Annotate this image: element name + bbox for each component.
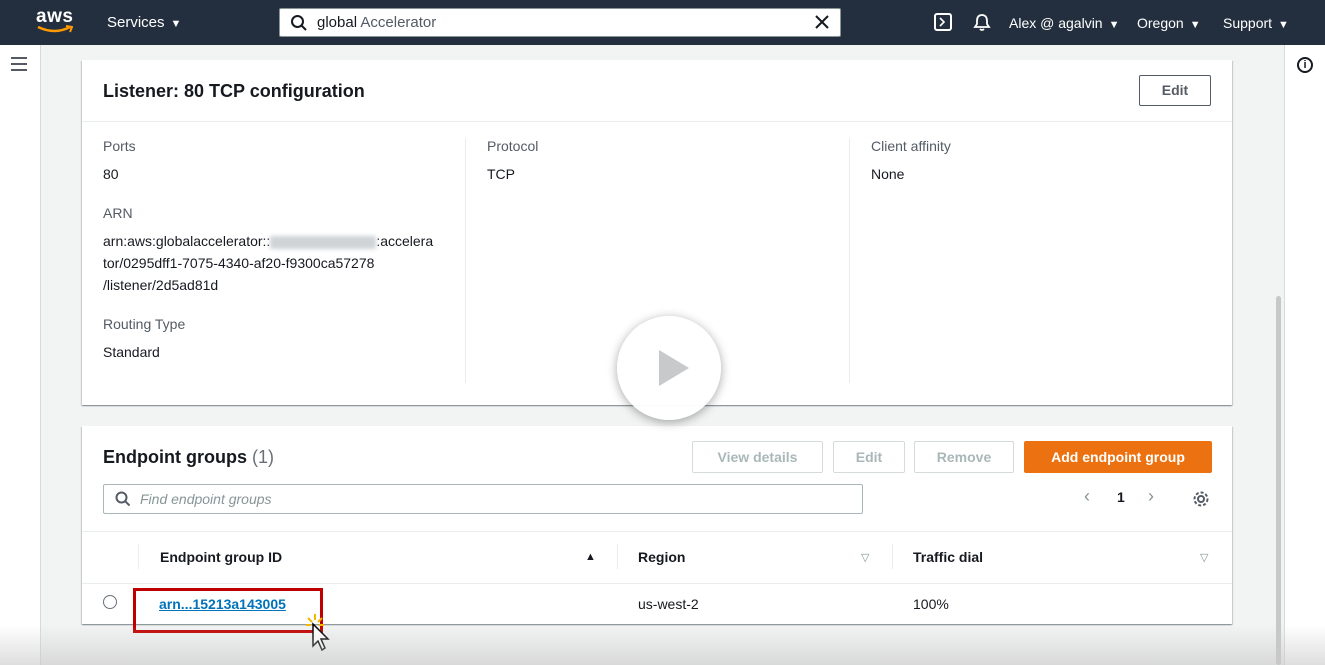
listener-column-2: Protocol TCP — [487, 138, 827, 185]
listener-title: Listener: 80 TCP configuration — [103, 81, 365, 101]
redacted-account-id — [270, 235, 377, 249]
arn-label: ARN — [103, 205, 133, 221]
hamburger-menu-icon[interactable] — [11, 57, 27, 71]
endpoint-groups-title: Endpoint groups (1) — [103, 447, 274, 468]
listener-column-3: Client affinity None — [871, 138, 1211, 185]
settings-gear-icon[interactable] — [1192, 490, 1210, 508]
video-bottom-fade — [0, 625, 1325, 665]
remove-label: Remove — [936, 449, 992, 465]
aws-smile-icon — [37, 25, 73, 33]
column-header-region[interactable]: Region — [638, 549, 685, 565]
play-icon — [659, 350, 689, 386]
caret-down-icon: ▼ — [1278, 19, 1289, 31]
cloudshell-icon[interactable] — [934, 13, 952, 31]
row-select-radio[interactable] — [103, 595, 117, 609]
column-divider — [617, 544, 618, 569]
arn-line-2: tor/0295dff1-7075-4340-af20-f9300ca57278 — [103, 255, 375, 271]
clear-search-icon[interactable] — [812, 12, 832, 32]
column-divider — [465, 138, 466, 383]
protocol-value: TCP — [487, 166, 515, 182]
caret-down-icon: ▼ — [1189, 19, 1201, 31]
add-endpoint-group-label: Add endpoint group — [1051, 449, 1185, 465]
search-query: global — [317, 14, 358, 31]
column-divider — [849, 138, 850, 383]
search-icon — [291, 15, 307, 31]
support-menu[interactable]: Support ▼ — [1223, 15, 1289, 31]
current-page-number[interactable]: 1 — [1117, 489, 1125, 505]
vertical-scrollbar[interactable] — [1276, 296, 1281, 665]
search-input[interactable]: global Accelerator — [317, 14, 436, 31]
previous-page-icon[interactable]: ‹ — [1084, 486, 1090, 507]
edit-endpoint-group-button[interactable]: Edit — [833, 441, 905, 473]
search-placeholder: Find endpoint groups — [140, 491, 272, 507]
left-navigation-rail — [0, 45, 41, 665]
region-cell: us-west-2 — [638, 596, 699, 612]
account-label: Alex @ agalvin — [1009, 15, 1103, 31]
search-icon — [115, 491, 131, 507]
edit-label: Edit — [1161, 82, 1189, 98]
edit-label: Edit — [855, 449, 883, 465]
view-details-label: View details — [717, 449, 798, 465]
aws-logo[interactable]: aws — [36, 6, 76, 36]
top-navigation: aws Services ▼ global Accelerator Alex @ … — [0, 0, 1325, 45]
region-label: Oregon — [1137, 15, 1184, 31]
account-menu[interactable]: Alex @ agalvin ▼ — [1009, 15, 1119, 31]
listener-edit-button[interactable]: Edit — [1139, 75, 1211, 106]
column-divider — [892, 544, 893, 569]
next-page-icon[interactable]: › — [1148, 486, 1154, 507]
ports-label: Ports — [103, 138, 136, 154]
view-details-button[interactable]: View details — [692, 441, 823, 473]
notifications-bell-icon[interactable] — [972, 12, 992, 32]
video-play-button[interactable] — [617, 316, 721, 420]
endpoint-groups-heading: Endpoint groups — [103, 447, 247, 467]
arn-line-3: /listener/2d5ad81d — [103, 277, 219, 293]
caret-down-icon: ▼ — [170, 18, 182, 30]
caret-down-icon: ▼ — [1108, 19, 1120, 31]
find-endpoint-groups-input[interactable]: Find endpoint groups — [103, 484, 863, 514]
sort-icon[interactable]: ▽ — [861, 551, 869, 564]
arn-suffix: :accelera — [376, 233, 434, 249]
support-label: Support — [1223, 15, 1273, 31]
add-endpoint-group-button[interactable]: Add endpoint group — [1024, 441, 1212, 473]
routing-type-label: Routing Type — [103, 316, 186, 332]
column-header-traffic-dial[interactable]: Traffic dial — [913, 549, 983, 565]
client-affinity-label: Client affinity — [871, 138, 951, 154]
remove-endpoint-group-button[interactable]: Remove — [914, 441, 1014, 473]
info-icon[interactable]: i — [1297, 57, 1313, 73]
global-search-bar[interactable]: global Accelerator — [279, 8, 841, 37]
column-header-endpoint-group-id[interactable]: Endpoint group ID — [160, 549, 282, 565]
routing-type-value: Standard — [103, 344, 160, 360]
ports-value: 80 — [103, 166, 119, 182]
protocol-label: Protocol — [487, 138, 539, 154]
region-menu[interactable]: Oregon ▼ — [1137, 15, 1201, 31]
right-tools-rail: i — [1284, 45, 1325, 665]
services-label: Services — [107, 14, 165, 31]
endpoint-groups-table-header: Endpoint group ID ▲ Region ▽ Traffic dia… — [82, 531, 1232, 584]
listener-column-1: Ports 80 ARN arn:aws:globalaccelerator::… — [103, 138, 448, 363]
listener-panel-header: Listener: 80 TCP configuration Edit — [82, 60, 1232, 122]
column-divider — [138, 544, 139, 569]
arn-value: arn:aws:globalaccelerator:::accelera tor… — [103, 230, 448, 296]
search-suggestion: Accelerator — [357, 14, 437, 31]
endpoint-groups-count: (1) — [252, 447, 274, 467]
traffic-dial-cell: 100% — [913, 596, 949, 612]
client-affinity-value: None — [871, 166, 905, 182]
sort-icon[interactable]: ▽ — [1200, 551, 1208, 564]
services-menu[interactable]: Services ▼ — [107, 14, 181, 31]
arn-prefix: arn:aws:globalaccelerator:: — [103, 233, 271, 249]
sort-ascending-icon[interactable]: ▲ — [585, 551, 596, 563]
